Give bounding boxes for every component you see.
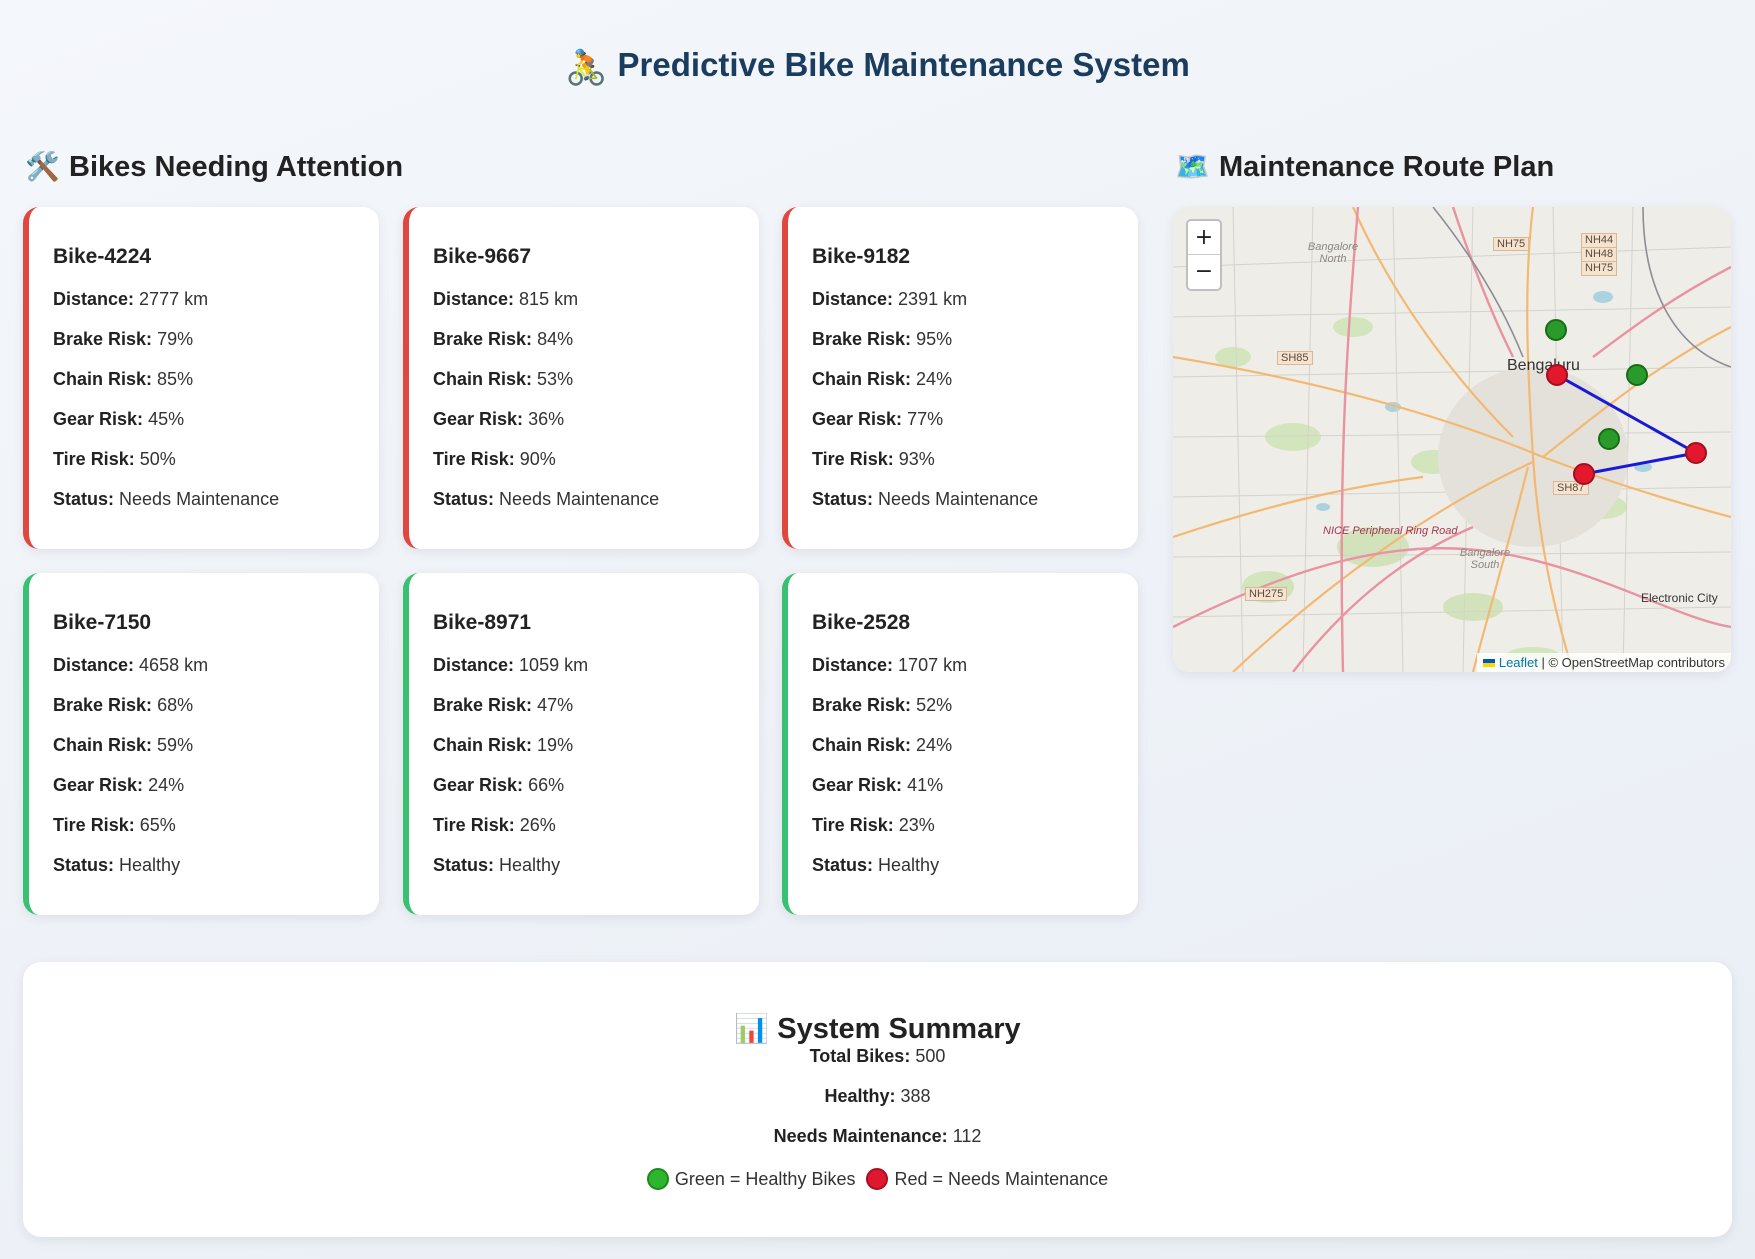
attention-title-text: Bikes Needing Attention	[69, 151, 404, 183]
ukraine-flag-icon	[1482, 659, 1495, 667]
brake-risk-row: Brake Risk: 95%	[812, 329, 953, 349]
bike-card: Bike-4224 Distance: 2777 km Brake Risk: …	[23, 207, 379, 549]
map-label-bangalore-north: Bangalore North	[1307, 241, 1359, 265]
legend-red-text: Red = Needs Maintenance	[894, 1169, 1109, 1189]
map-label-nh75-b: NH75	[1581, 261, 1618, 276]
tools-icon: 🛠️	[25, 151, 60, 182]
tire-risk-row: Tire Risk: 93%	[812, 449, 935, 469]
gear-risk-row: Gear Risk: 36%	[433, 409, 565, 429]
distance-row: Distance: 2391 km	[812, 289, 968, 309]
chain-risk-row: Chain Risk: 59%	[53, 735, 194, 755]
chain-risk-row: Chain Risk: 24%	[812, 735, 953, 755]
bar-chart-icon: 📊	[734, 1013, 770, 1044]
bike-card: Bike-2528 Distance: 1707 km Brake Risk: …	[782, 573, 1138, 915]
gear-risk-row: Gear Risk: 41%	[812, 775, 944, 795]
brake-risk-row: Brake Risk: 52%	[812, 695, 953, 715]
chain-risk-row: Chain Risk: 53%	[433, 369, 574, 389]
bike-id: Bike-4224	[53, 245, 152, 268]
leaflet-link[interactable]: Leaflet	[1499, 655, 1538, 670]
bike-id: Bike-8971	[433, 611, 532, 634]
page-title-text: Predictive Bike Maintenance System	[617, 46, 1190, 83]
route-title-text: Maintenance Route Plan	[1219, 151, 1555, 183]
healthy-bike-marker[interactable]	[1598, 428, 1620, 450]
bike-card: Bike-9182 Distance: 2391 km Brake Risk: …	[782, 207, 1138, 549]
map-label-nh48: NH48	[1581, 247, 1618, 262]
tire-risk-row: Tire Risk: 65%	[53, 815, 176, 835]
route-section-title: 🗺️ Maintenance Route Plan	[1175, 150, 1554, 184]
map-icon: 🗺️	[1175, 151, 1210, 182]
map-attribution: Leaflet | © OpenStreetMap contributors	[1476, 653, 1731, 672]
cyclist-icon: 🚴	[565, 49, 608, 87]
gear-risk-row: Gear Risk: 24%	[53, 775, 185, 795]
bike-id: Bike-2528	[812, 611, 911, 634]
brake-risk-row: Brake Risk: 47%	[433, 695, 574, 715]
bike-id: Bike-9667	[433, 245, 532, 268]
status-row: Status: Needs Maintenance	[812, 489, 1039, 509]
status-row: Status: Healthy	[812, 855, 940, 875]
maintenance-bike-marker[interactable]	[1573, 463, 1595, 485]
healthy-bike-marker[interactable]	[1626, 364, 1648, 386]
map-label-bangalore-south: Bangalore South	[1459, 547, 1511, 571]
zoom-control: + −	[1186, 219, 1222, 291]
red-circle-icon	[866, 1168, 889, 1190]
map-label-city: Bengaluru	[1507, 357, 1580, 374]
chain-risk-row: Chain Risk: 85%	[53, 369, 194, 389]
map-label-ring-road: NICE Peripheral Ring Road	[1323, 525, 1458, 537]
map-legend: Green = Healthy Bikes Red = Needs Mainte…	[23, 1168, 1732, 1190]
green-circle-icon	[646, 1168, 669, 1190]
tire-risk-row: Tire Risk: 23%	[812, 815, 935, 835]
brake-risk-row: Brake Risk: 79%	[53, 329, 194, 349]
map-label-electronic-city: Electronic City	[1641, 591, 1718, 605]
status-row: Status: Needs Maintenance	[433, 489, 660, 509]
maintenance-bikes-row: Needs Maintenance: 112	[773, 1126, 982, 1146]
tire-risk-row: Tire Risk: 90%	[433, 449, 556, 469]
system-summary-panel: 📊 System Summary Total Bikes: 500 Healthy…	[23, 962, 1732, 1237]
tire-risk-row: Tire Risk: 26%	[433, 815, 556, 835]
gear-risk-row: Gear Risk: 77%	[812, 409, 944, 429]
brake-risk-row: Brake Risk: 68%	[53, 695, 194, 715]
healthy-bikes-row: Healthy: 388	[824, 1086, 931, 1106]
bike-id: Bike-9182	[812, 245, 911, 268]
bike-card: Bike-7150 Distance: 4658 km Brake Risk: …	[23, 573, 379, 915]
legend-green-text: Green = Healthy Bikes	[674, 1169, 856, 1189]
chain-risk-row: Chain Risk: 24%	[812, 369, 953, 389]
map-label-sh85: SH85	[1277, 351, 1313, 365]
total-bikes-row: Total Bikes: 500	[809, 1046, 946, 1066]
zoom-out-button[interactable]: −	[1188, 255, 1220, 289]
page-title: 🚴 Predictive Bike Maintenance System	[0, 46, 1755, 88]
tire-risk-row: Tire Risk: 50%	[53, 449, 176, 469]
distance-row: Distance: 815 km	[433, 289, 579, 309]
route-map[interactable]: Bangalore North NH75 NH44 NH48 NH75 SH85…	[1173, 207, 1731, 672]
zoom-in-button[interactable]: +	[1188, 221, 1220, 255]
status-row: Status: Needs Maintenance	[53, 489, 280, 509]
bike-card: Bike-9667 Distance: 815 km Brake Risk: 8…	[403, 207, 759, 549]
gear-risk-row: Gear Risk: 66%	[433, 775, 565, 795]
maintenance-bike-marker[interactable]	[1685, 442, 1707, 464]
distance-row: Distance: 2777 km	[53, 289, 209, 309]
summary-title-text: System Summary	[777, 1013, 1021, 1045]
summary-title: 📊 System Summary	[23, 1012, 1732, 1046]
distance-row: Distance: 1707 km	[812, 655, 968, 675]
distance-row: Distance: 1059 km	[433, 655, 589, 675]
healthy-bike-marker[interactable]	[1545, 319, 1567, 341]
osm-attribution: | © OpenStreetMap contributors	[1537, 655, 1726, 670]
status-row: Status: Healthy	[433, 855, 561, 875]
bike-card: Bike-8971 Distance: 1059 km Brake Risk: …	[403, 573, 759, 915]
status-row: Status: Healthy	[53, 855, 181, 875]
map-label-nh75: NH75	[1493, 237, 1530, 251]
distance-row: Distance: 4658 km	[53, 655, 209, 675]
gear-risk-row: Gear Risk: 45%	[53, 409, 185, 429]
attention-section-title: 🛠️ Bikes Needing Attention	[25, 150, 403, 184]
map-label-nh275: NH275	[1245, 587, 1288, 601]
brake-risk-row: Brake Risk: 84%	[433, 329, 574, 349]
map-label-nh44: NH44	[1581, 233, 1618, 248]
maintenance-bike-marker[interactable]	[1546, 364, 1568, 386]
bike-id: Bike-7150	[53, 611, 152, 634]
chain-risk-row: Chain Risk: 19%	[433, 735, 574, 755]
